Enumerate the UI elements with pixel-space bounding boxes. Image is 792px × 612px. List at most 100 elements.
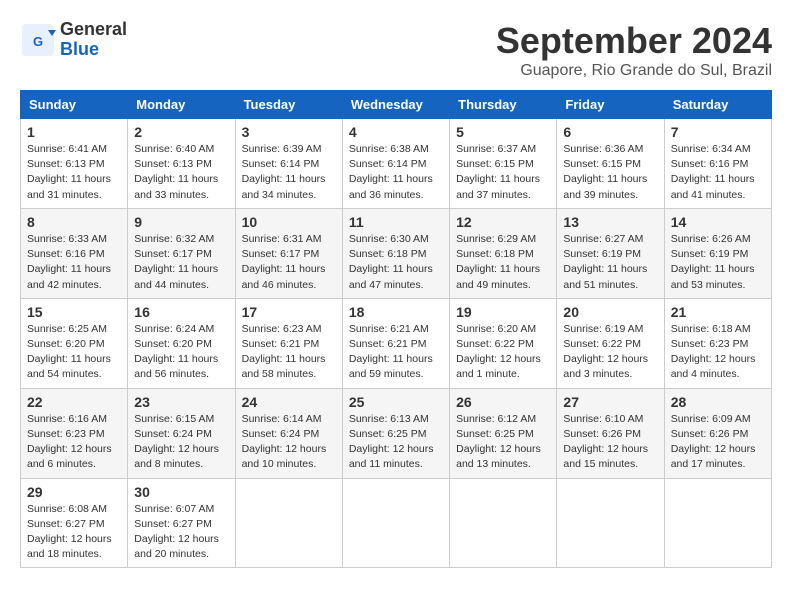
col-wednesday: Wednesday xyxy=(342,91,449,119)
day-info: Sunrise: 6:39 AMSunset: 6:14 PMDaylight:… xyxy=(242,142,336,203)
col-thursday: Thursday xyxy=(450,91,557,119)
day-info: Sunrise: 6:38 AMSunset: 6:14 PMDaylight:… xyxy=(349,142,443,203)
calendar-week-row: 15Sunrise: 6:25 AMSunset: 6:20 PMDayligh… xyxy=(21,298,772,388)
day-number: 23 xyxy=(134,394,228,410)
day-number: 22 xyxy=(27,394,121,410)
calendar-day-cell: 24 Sunrise: 6:14 AMSunset: 6:24 PMDayligh… xyxy=(235,388,342,478)
calendar-day-cell: 1 Sunrise: 6:41 AMSunset: 6:13 PMDaylight… xyxy=(21,119,128,209)
day-info: Sunrise: 6:09 AMSunset: 6:26 PMDaylight:… xyxy=(671,412,765,473)
empty-cell xyxy=(557,478,664,568)
day-info: Sunrise: 6:13 AMSunset: 6:25 PMDaylight:… xyxy=(349,412,443,473)
col-tuesday: Tuesday xyxy=(235,91,342,119)
calendar-day-cell: 11 Sunrise: 6:30 AMSunset: 6:18 PMDayligh… xyxy=(342,208,449,298)
logo: G General Blue xyxy=(20,20,127,60)
day-number: 3 xyxy=(242,124,336,140)
day-number: 5 xyxy=(456,124,550,140)
calendar-day-cell: 10 Sunrise: 6:31 AMSunset: 6:17 PMDayligh… xyxy=(235,208,342,298)
day-info: Sunrise: 6:29 AMSunset: 6:18 PMDaylight:… xyxy=(456,232,550,293)
day-number: 2 xyxy=(134,124,228,140)
calendar-week-row: 8Sunrise: 6:33 AMSunset: 6:16 PMDaylight… xyxy=(21,208,772,298)
col-saturday: Saturday xyxy=(664,91,771,119)
day-number: 10 xyxy=(242,214,336,230)
day-number: 20 xyxy=(563,304,657,320)
calendar-day-cell: 13Sunrise: 6:27 AMSunset: 6:19 PMDayligh… xyxy=(557,208,664,298)
calendar-week-row: 29Sunrise: 6:08 AMSunset: 6:27 PMDayligh… xyxy=(21,478,772,568)
day-number: 24 xyxy=(242,394,336,410)
day-number: 11 xyxy=(349,214,443,230)
day-info: Sunrise: 6:36 AMSunset: 6:15 PMDaylight:… xyxy=(563,142,657,203)
day-info: Sunrise: 6:14 AMSunset: 6:24 PMDaylight:… xyxy=(242,412,336,473)
day-number: 4 xyxy=(349,124,443,140)
day-number: 26 xyxy=(456,394,550,410)
calendar-day-cell: 30 Sunrise: 6:07 AMSunset: 6:27 PMDayligh… xyxy=(128,478,235,568)
day-number: 9 xyxy=(134,214,228,230)
calendar-day-cell: 7 Sunrise: 6:34 AMSunset: 6:16 PMDaylight… xyxy=(664,119,771,209)
day-number: 30 xyxy=(134,484,228,500)
calendar-day-cell: 6 Sunrise: 6:36 AMSunset: 6:15 PMDaylight… xyxy=(557,119,664,209)
svg-text:G: G xyxy=(33,34,43,49)
calendar-day-cell: 27 Sunrise: 6:10 AMSunset: 6:26 PMDayligh… xyxy=(557,388,664,478)
day-number: 6 xyxy=(563,124,657,140)
logo-icon: G xyxy=(20,22,56,58)
day-info: Sunrise: 6:19 AMSunset: 6:22 PMDaylight:… xyxy=(563,322,657,383)
day-number: 8 xyxy=(27,214,121,230)
calendar-day-cell: 12 Sunrise: 6:29 AMSunset: 6:18 PMDayligh… xyxy=(450,208,557,298)
day-number: 25 xyxy=(349,394,443,410)
day-info: Sunrise: 6:26 AMSunset: 6:19 PMDaylight:… xyxy=(671,232,765,293)
col-friday: Friday xyxy=(557,91,664,119)
calendar-day-cell: 22Sunrise: 6:16 AMSunset: 6:23 PMDayligh… xyxy=(21,388,128,478)
calendar-day-cell: 3 Sunrise: 6:39 AMSunset: 6:14 PMDaylight… xyxy=(235,119,342,209)
calendar-week-row: 22Sunrise: 6:16 AMSunset: 6:23 PMDayligh… xyxy=(21,388,772,478)
day-info: Sunrise: 6:40 AMSunset: 6:13 PMDaylight:… xyxy=(134,142,228,203)
day-info: Sunrise: 6:31 AMSunset: 6:17 PMDaylight:… xyxy=(242,232,336,293)
day-info: Sunrise: 6:34 AMSunset: 6:16 PMDaylight:… xyxy=(671,142,765,203)
calendar-day-cell: 21 Sunrise: 6:18 AMSunset: 6:23 PMDayligh… xyxy=(664,298,771,388)
day-number: 28 xyxy=(671,394,765,410)
day-info: Sunrise: 6:32 AMSunset: 6:17 PMDaylight:… xyxy=(134,232,228,293)
day-info: Sunrise: 6:23 AMSunset: 6:21 PMDaylight:… xyxy=(242,322,336,383)
empty-cell xyxy=(235,478,342,568)
day-number: 19 xyxy=(456,304,550,320)
calendar-day-cell: 19Sunrise: 6:20 AMSunset: 6:22 PMDayligh… xyxy=(450,298,557,388)
day-number: 14 xyxy=(671,214,765,230)
calendar-header-row: Sunday Monday Tuesday Wednesday Thursday… xyxy=(21,91,772,119)
empty-cell xyxy=(450,478,557,568)
day-number: 27 xyxy=(563,394,657,410)
day-number: 17 xyxy=(242,304,336,320)
day-info: Sunrise: 6:37 AMSunset: 6:15 PMDaylight:… xyxy=(456,142,550,203)
day-number: 1 xyxy=(27,124,121,140)
day-info: Sunrise: 6:21 AMSunset: 6:21 PMDaylight:… xyxy=(349,322,443,383)
title-block: September 2024 Guapore, Rio Grande do Su… xyxy=(496,20,772,80)
day-number: 16 xyxy=(134,304,228,320)
calendar-day-cell: 9 Sunrise: 6:32 AMSunset: 6:17 PMDaylight… xyxy=(128,208,235,298)
logo-line1: General xyxy=(60,20,127,40)
col-monday: Monday xyxy=(128,91,235,119)
calendar-day-cell: 2 Sunrise: 6:40 AMSunset: 6:13 PMDaylight… xyxy=(128,119,235,209)
day-info: Sunrise: 6:30 AMSunset: 6:18 PMDaylight:… xyxy=(349,232,443,293)
calendar-day-cell: 5 Sunrise: 6:37 AMSunset: 6:15 PMDaylight… xyxy=(450,119,557,209)
month-title: September 2024 xyxy=(496,20,772,62)
empty-cell xyxy=(342,478,449,568)
logo-line2: Blue xyxy=(60,40,127,60)
day-number: 12 xyxy=(456,214,550,230)
calendar-week-row: 1 Sunrise: 6:41 AMSunset: 6:13 PMDaylight… xyxy=(21,119,772,209)
calendar-day-cell: 26 Sunrise: 6:12 AMSunset: 6:25 PMDayligh… xyxy=(450,388,557,478)
empty-cell xyxy=(664,478,771,568)
day-info: Sunrise: 6:18 AMSunset: 6:23 PMDaylight:… xyxy=(671,322,765,383)
day-number: 7 xyxy=(671,124,765,140)
calendar-day-cell: 14 Sunrise: 6:26 AMSunset: 6:19 PMDayligh… xyxy=(664,208,771,298)
day-info: Sunrise: 6:27 AMSunset: 6:19 PMDaylight:… xyxy=(563,232,657,293)
calendar-day-cell: 8Sunrise: 6:33 AMSunset: 6:16 PMDaylight… xyxy=(21,208,128,298)
day-number: 15 xyxy=(27,304,121,320)
day-number: 18 xyxy=(349,304,443,320)
day-info: Sunrise: 6:41 AMSunset: 6:13 PMDaylight:… xyxy=(27,142,121,203)
calendar-day-cell: 20 Sunrise: 6:19 AMSunset: 6:22 PMDayligh… xyxy=(557,298,664,388)
page-header: G General Blue September 2024 Guapore, R… xyxy=(20,20,772,80)
calendar-day-cell: 18 Sunrise: 6:21 AMSunset: 6:21 PMDayligh… xyxy=(342,298,449,388)
day-number: 21 xyxy=(671,304,765,320)
calendar-day-cell: 28 Sunrise: 6:09 AMSunset: 6:26 PMDayligh… xyxy=(664,388,771,478)
day-info: Sunrise: 6:10 AMSunset: 6:26 PMDaylight:… xyxy=(563,412,657,473)
day-info: Sunrise: 6:07 AMSunset: 6:27 PMDaylight:… xyxy=(134,502,228,563)
calendar-day-cell: 25 Sunrise: 6:13 AMSunset: 6:25 PMDayligh… xyxy=(342,388,449,478)
day-info: Sunrise: 6:12 AMSunset: 6:25 PMDaylight:… xyxy=(456,412,550,473)
